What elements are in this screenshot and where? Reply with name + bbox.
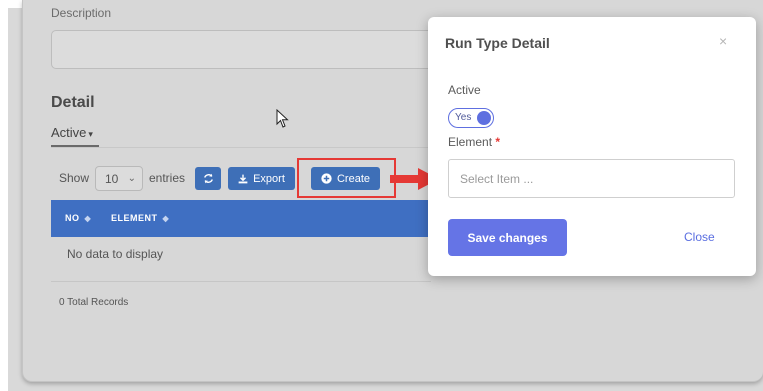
tab-divider — [51, 147, 431, 148]
save-changes-button[interactable]: Save changes — [448, 219, 567, 256]
element-select[interactable]: Select Item ... — [448, 159, 735, 198]
highlight-box — [297, 158, 396, 198]
column-header-element[interactable]: ELEMENT ◆ — [111, 213, 169, 223]
description-label: Description — [51, 6, 112, 20]
active-toggle[interactable]: Yes — [448, 108, 494, 128]
tab-active-label: Active — [51, 125, 87, 140]
toggle-knob — [477, 111, 491, 125]
mouse-cursor-icon — [276, 109, 289, 128]
close-button[interactable]: Close — [684, 230, 715, 244]
refresh-button[interactable] — [195, 167, 221, 190]
table-divider — [51, 281, 431, 282]
entries-value: 10 — [105, 172, 119, 186]
close-icon[interactable]: × — [719, 34, 727, 48]
refresh-icon — [203, 173, 213, 184]
column-header-no[interactable]: NO ◆ — [65, 213, 91, 223]
export-label: Export — [253, 172, 285, 185]
required-mark: * — [495, 135, 501, 149]
sort-icon: ◆ — [162, 214, 170, 223]
run-type-detail-modal: Run Type Detail × Active Yes Element * S… — [428, 17, 756, 276]
toggle-text: Yes — [455, 112, 472, 123]
export-button[interactable]: Export — [228, 167, 295, 190]
empty-table-message: No data to display — [67, 247, 164, 261]
show-label: Show — [59, 171, 90, 185]
active-label: Active — [448, 83, 481, 97]
chevron-down-icon: ⌄ — [127, 173, 136, 184]
description-input[interactable] — [51, 30, 451, 69]
caret-down-icon: ▾ — [88, 129, 93, 139]
tab-active[interactable]: Active ▾ — [51, 125, 99, 147]
entries-label: entries — [149, 171, 186, 185]
detail-heading: Detail — [51, 94, 95, 111]
element-label: Element * — [448, 135, 501, 149]
download-icon — [238, 174, 248, 183]
modal-title: Run Type Detail — [445, 35, 550, 51]
sort-icon: ◆ — [84, 214, 92, 223]
entries-select[interactable]: 10 ⌄ — [95, 166, 143, 191]
total-records: 0 Total Records — [59, 297, 129, 308]
table-header: NO ◆ ELEMENT ◆ — [51, 200, 431, 237]
